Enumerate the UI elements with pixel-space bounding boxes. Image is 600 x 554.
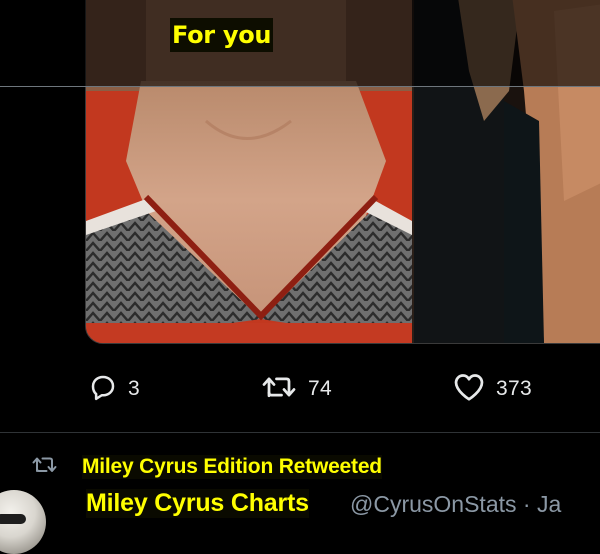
retweet-context: Miley Cyrus Edition Retweeted xyxy=(30,452,382,482)
author-handle[interactable]: @CyrusOnStats · Ja xyxy=(350,491,561,518)
timeline-tab-bar: For you xyxy=(0,0,600,87)
tab-for-you[interactable]: For you xyxy=(170,18,274,52)
reply-icon xyxy=(88,372,118,407)
heart-icon xyxy=(452,372,486,407)
retweet-icon xyxy=(260,372,298,407)
retweet-context-label[interactable]: Miley Cyrus Edition Retweeted xyxy=(82,455,382,479)
like-button[interactable]: 373 xyxy=(452,372,532,406)
tweet-divider xyxy=(0,432,600,433)
next-tweet-header: Miley Cyrus Charts @CyrusOnStats · Ja xyxy=(0,487,600,554)
avatar[interactable] xyxy=(0,490,46,554)
retweet-count: 74 xyxy=(308,377,332,400)
reply-button[interactable]: 3 xyxy=(88,372,140,406)
avatar-glasses xyxy=(0,514,26,524)
retweet-button[interactable]: 74 xyxy=(260,372,332,406)
retweet-small-icon xyxy=(30,453,60,482)
author-name[interactable]: Miley Cyrus Charts xyxy=(86,489,309,518)
reply-count: 3 xyxy=(128,377,140,400)
like-count: 373 xyxy=(496,377,532,400)
